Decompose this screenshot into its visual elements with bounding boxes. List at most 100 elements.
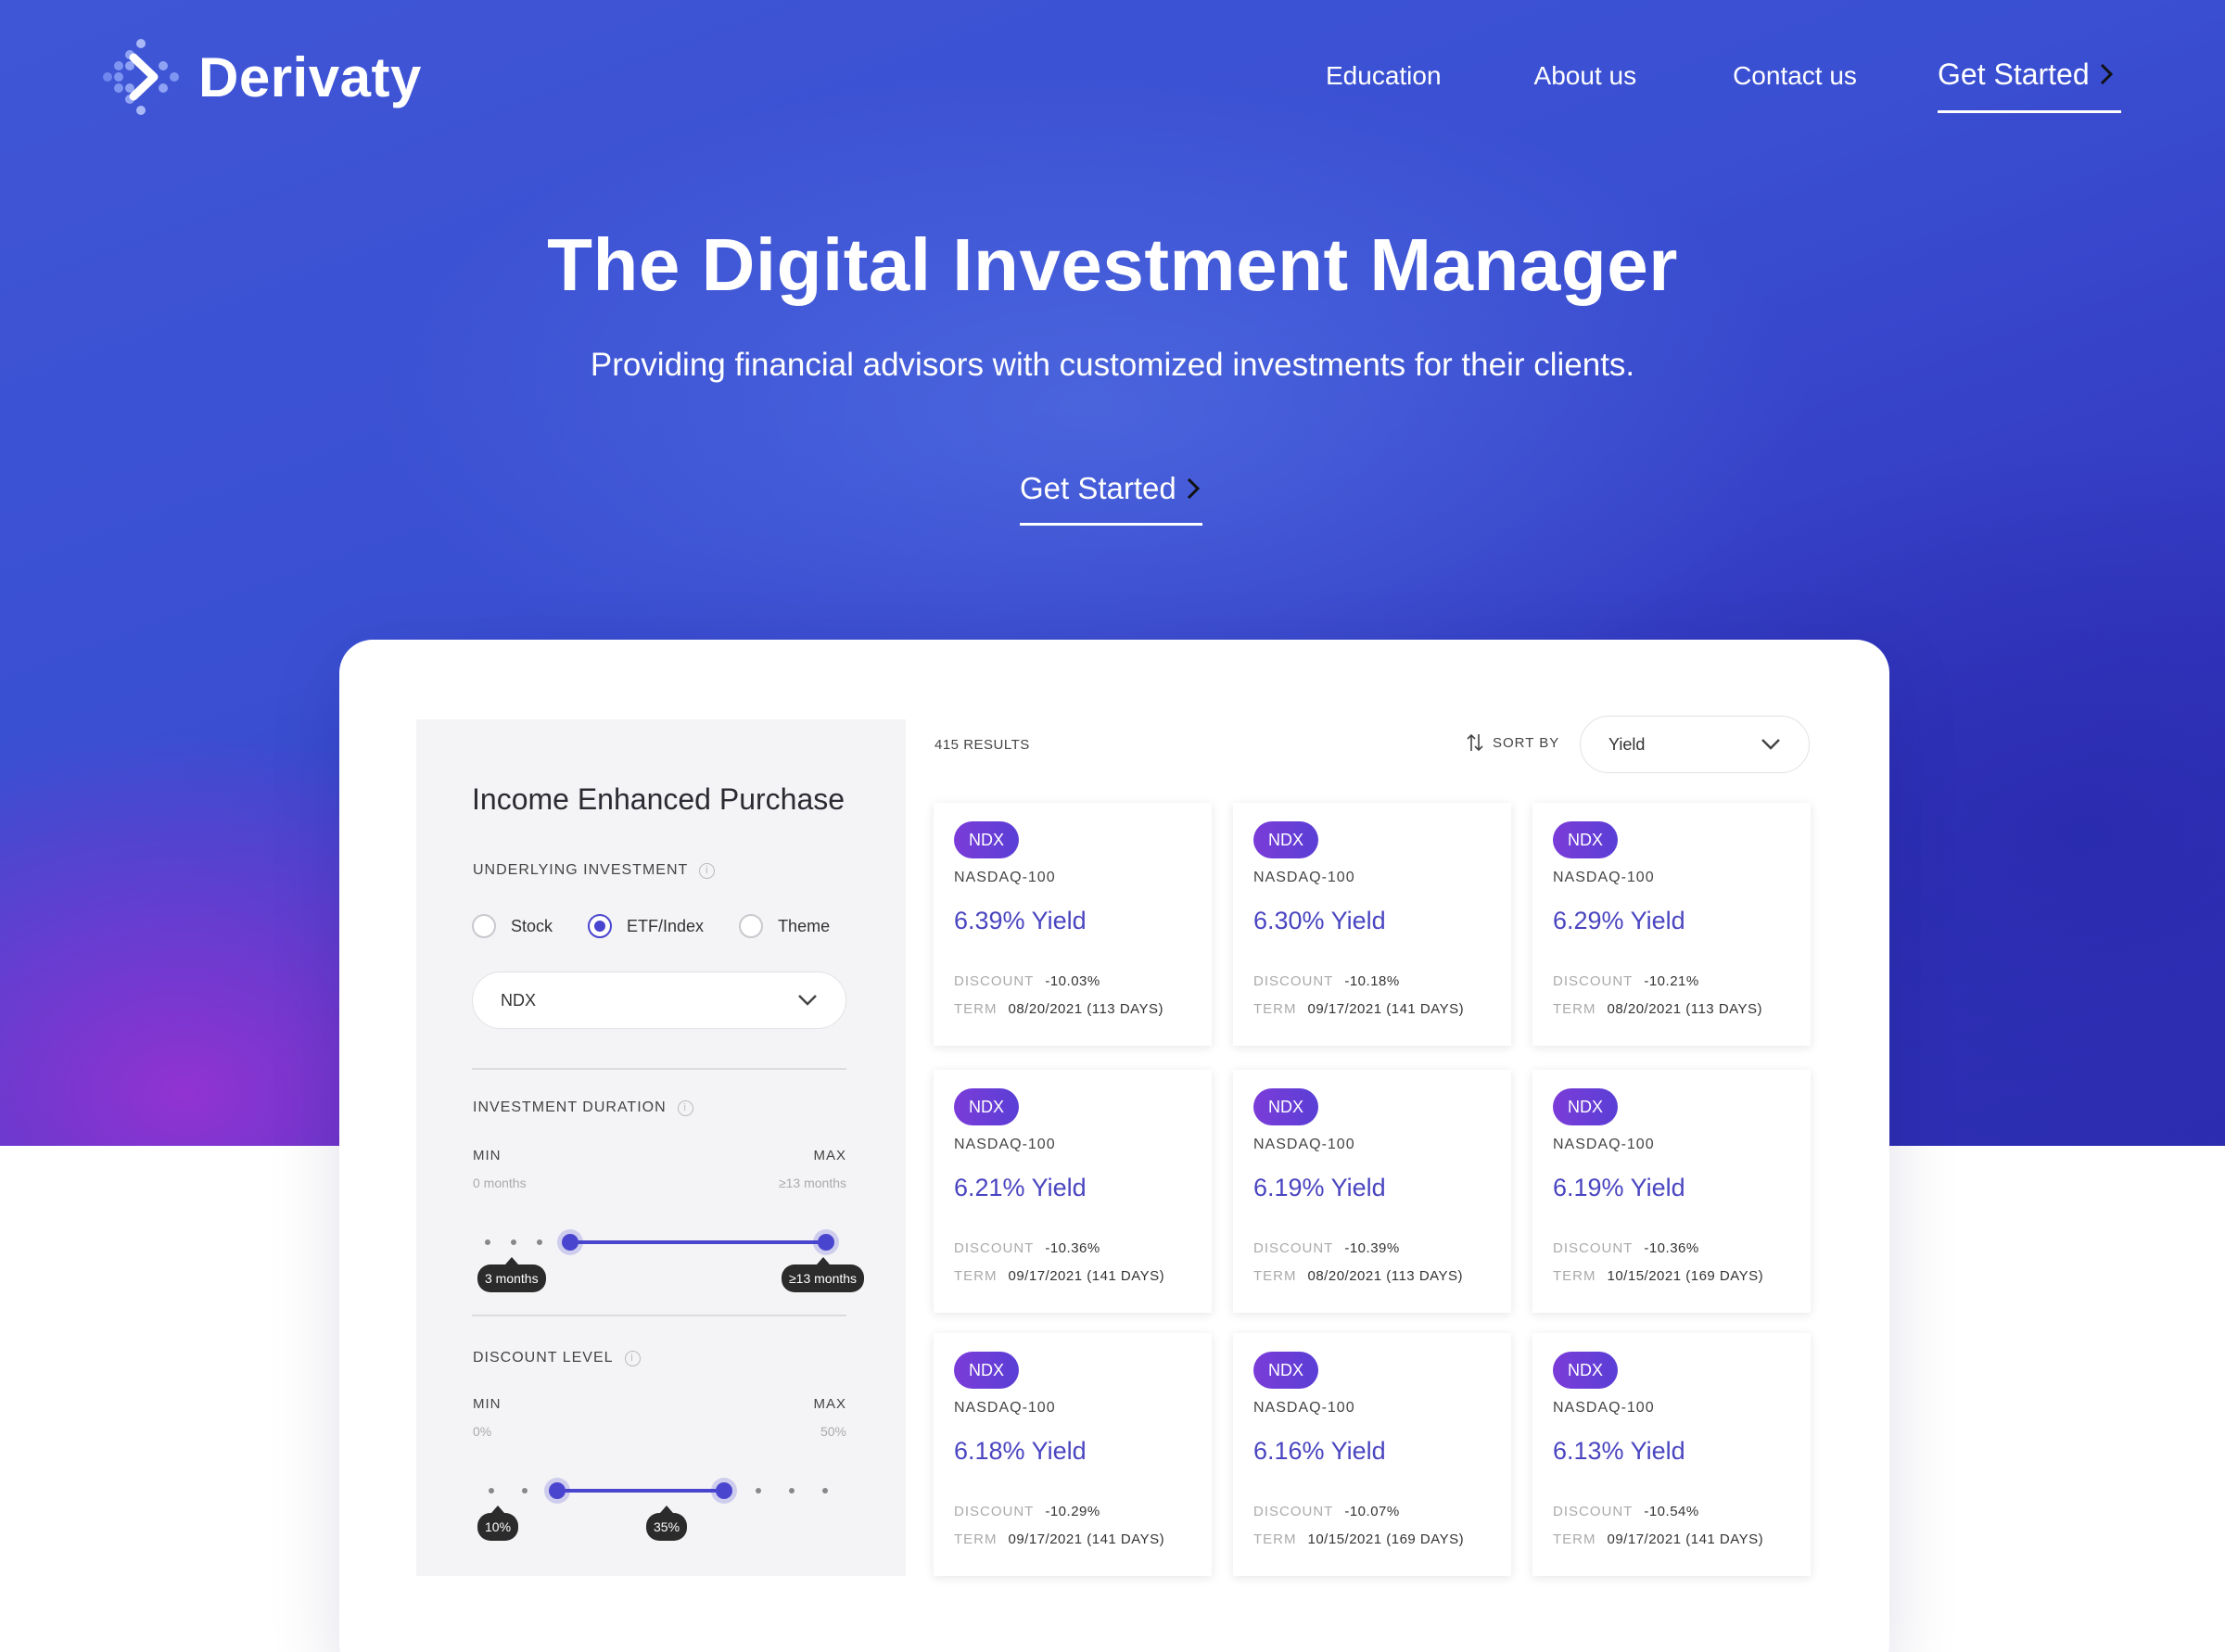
- term-key: TERM: [954, 1531, 998, 1547]
- hero-get-started-link[interactable]: Get Started: [1020, 467, 1201, 510]
- radio-circle-selected: [588, 914, 613, 938]
- underlying-name: NASDAQ-100: [1253, 1137, 1355, 1152]
- discount-slider[interactable]: [472, 1477, 846, 1505]
- discount-line: DISCOUNT -10.39%: [1253, 1240, 1400, 1256]
- term-key: TERM: [1253, 1001, 1297, 1017]
- result-card[interactable]: NDX NASDAQ-100 6.19% Yield DISCOUNT -10.3…: [1233, 1070, 1511, 1313]
- term-line: TERM 09/17/2021 (141 DAYS): [1253, 1001, 1464, 1017]
- discount-key: DISCOUNT: [954, 1504, 1035, 1519]
- term-line: TERM 09/17/2021 (141 DAYS): [954, 1268, 1164, 1284]
- slider-tick: [789, 1488, 795, 1493]
- sidebar-divider: [472, 1068, 846, 1070]
- radio-theme[interactable]: Theme: [739, 914, 830, 938]
- underlying-name: NASDAQ-100: [1253, 870, 1355, 885]
- info-icon[interactable]: i: [699, 862, 716, 879]
- discount-value: -10.07%: [1344, 1504, 1400, 1519]
- term-key: TERM: [1553, 1001, 1596, 1017]
- slider-handle-min[interactable]: [544, 1478, 570, 1504]
- discount-value: -10.36%: [1045, 1240, 1100, 1256]
- discount-key: DISCOUNT: [1253, 1504, 1334, 1519]
- top-nav: Education About us Contact us: [1326, 57, 1950, 95]
- radio-circle: [472, 914, 496, 938]
- slider-handle-min[interactable]: [557, 1229, 583, 1255]
- chevron-down-icon: [798, 995, 817, 1006]
- underlying-investment-label: UNDERLYING INVESTMENT i: [473, 862, 716, 879]
- underlying-investment-text: UNDERLYING INVESTMENT: [473, 862, 689, 878]
- term-line: TERM 10/15/2021 (169 DAYS): [1553, 1268, 1763, 1284]
- slider-tick: [537, 1239, 542, 1245]
- ticker-badge: NDX: [1553, 1088, 1619, 1125]
- term-key: TERM: [1253, 1268, 1297, 1284]
- discount-min-label: MIN: [473, 1396, 502, 1412]
- term-value: 09/17/2021 (141 DAYS): [1008, 1268, 1165, 1284]
- hero-subtitle: Providing financial advisors with custom…: [590, 347, 1635, 383]
- underlying-select-value: NDX: [501, 990, 537, 1010]
- term-key: TERM: [1553, 1268, 1596, 1284]
- slider-handle-max[interactable]: [711, 1478, 737, 1504]
- result-card[interactable]: NDX NASDAQ-100 6.13% Yield DISCOUNT -10.5…: [1532, 1333, 1811, 1576]
- sort-select[interactable]: Yield: [1580, 716, 1810, 773]
- radio-stock[interactable]: Stock: [472, 914, 553, 938]
- sort-arrows-icon: [1467, 733, 1483, 752]
- discount-value: -10.39%: [1344, 1240, 1400, 1256]
- radio-etf-index[interactable]: ETF/Index: [588, 914, 704, 938]
- ticker-badge: NDX: [1553, 821, 1619, 858]
- nav-about-us[interactable]: About us: [1534, 57, 1637, 95]
- result-card[interactable]: NDX NASDAQ-100 6.18% Yield DISCOUNT -10.2…: [934, 1333, 1212, 1576]
- discount-key: DISCOUNT: [1553, 1504, 1634, 1519]
- discount-value: -10.03%: [1045, 973, 1100, 989]
- result-card[interactable]: NDX NASDAQ-100 6.29% Yield DISCOUNT -10.2…: [1532, 803, 1811, 1046]
- nav-get-started-label: Get Started: [1938, 57, 2090, 91]
- duration-max-tooltip: ≥13 months: [782, 1257, 865, 1292]
- term-value: 10/15/2021 (169 DAYS): [1307, 1531, 1465, 1547]
- yield-value: 6.13% Yield: [1553, 1437, 1685, 1465]
- result-card[interactable]: NDX NASDAQ-100 6.21% Yield DISCOUNT -10.3…: [934, 1070, 1212, 1313]
- ticker-badge: NDX: [954, 1352, 1020, 1389]
- brand-logo[interactable]: Derivaty: [100, 37, 422, 117]
- discount-level-text: DISCOUNT LEVEL: [473, 1350, 614, 1366]
- radio-label: Stock: [511, 916, 553, 935]
- discount-value: -10.54%: [1644, 1504, 1699, 1519]
- chevron-right-icon: [2100, 63, 2113, 85]
- slider-tick: [485, 1239, 490, 1245]
- yield-value: 6.21% Yield: [954, 1174, 1087, 1201]
- underlying-select[interactable]: NDX: [472, 972, 846, 1029]
- slider-range-track: [557, 1489, 724, 1493]
- duration-min-value: 0 months: [473, 1175, 527, 1190]
- results-count: 415 RESULTS: [934, 737, 1030, 753]
- duration-max-label: MAX: [813, 1148, 846, 1163]
- derivaty-logo-icon: [103, 39, 179, 115]
- hero-get-started-label: Get Started: [1020, 471, 1176, 505]
- term-line: TERM 08/20/2021 (113 DAYS): [1553, 1001, 1762, 1017]
- result-card[interactable]: NDX NASDAQ-100 6.16% Yield DISCOUNT -10.0…: [1233, 1333, 1511, 1576]
- term-key: TERM: [1253, 1531, 1297, 1547]
- chevron-down-icon: [1761, 739, 1780, 750]
- duration-slider[interactable]: [472, 1228, 846, 1256]
- discount-line: DISCOUNT -10.21%: [1553, 973, 1699, 989]
- discount-line: DISCOUNT -10.07%: [1253, 1504, 1400, 1519]
- result-card[interactable]: NDX NASDAQ-100 6.39% Yield DISCOUNT -10.0…: [934, 803, 1212, 1046]
- underlying-name: NASDAQ-100: [1553, 870, 1655, 885]
- sort-select-value: Yield: [1608, 734, 1646, 754]
- term-line: TERM 08/20/2021 (113 DAYS): [954, 1001, 1163, 1017]
- discount-line: DISCOUNT -10.03%: [954, 973, 1100, 989]
- nav-get-started-link[interactable]: Get Started: [1938, 54, 2114, 95]
- info-icon[interactable]: i: [624, 1350, 641, 1366]
- slider-handle-max[interactable]: [813, 1229, 839, 1255]
- yield-value: 6.30% Yield: [1253, 907, 1386, 934]
- discount-key: DISCOUNT: [954, 1240, 1035, 1256]
- sidebar-title: Income Enhanced Purchase: [472, 782, 846, 816]
- yield-value: 6.19% Yield: [1553, 1174, 1685, 1201]
- nav-contact-us[interactable]: Contact us: [1733, 57, 1857, 95]
- result-card[interactable]: NDX NASDAQ-100 6.19% Yield DISCOUNT -10.3…: [1532, 1070, 1811, 1313]
- underlying-radio-group: Stock ETF/Index Theme: [472, 914, 865, 938]
- discount-max-tooltip: 35%: [646, 1506, 688, 1541]
- info-icon[interactable]: i: [677, 1099, 693, 1116]
- filter-sidebar: Income Enhanced Purchase UNDERLYING INVE…: [416, 719, 906, 1576]
- slider-tick: [522, 1488, 528, 1493]
- result-card[interactable]: NDX NASDAQ-100 6.30% Yield DISCOUNT -10.1…: [1233, 803, 1511, 1046]
- term-value: 08/20/2021 (113 DAYS): [1307, 1268, 1464, 1284]
- nav-education[interactable]: Education: [1326, 57, 1442, 95]
- term-value: 09/17/2021 (141 DAYS): [1008, 1531, 1165, 1547]
- slider-tick: [489, 1488, 494, 1493]
